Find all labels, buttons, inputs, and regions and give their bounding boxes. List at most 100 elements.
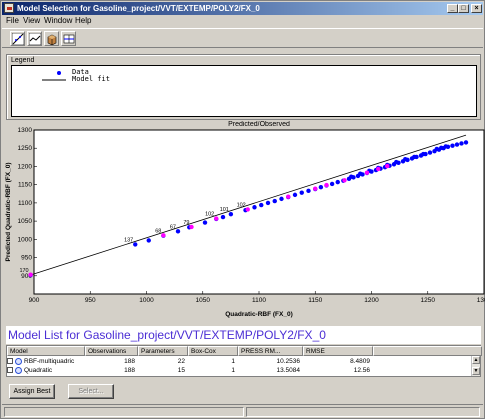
assign-best-button[interactable]: Assign Best	[9, 384, 55, 399]
checkbox-icon[interactable]	[7, 367, 13, 373]
table-scrollbar[interactable]: ▲ ▼	[471, 356, 480, 376]
residuals-view-icon	[29, 33, 41, 45]
highlighted-data-point	[342, 178, 347, 183]
column-header-model[interactable]: Model	[7, 346, 85, 356]
window-title: Model Selection for Gasoline_project/VVT…	[17, 4, 260, 13]
title-bar[interactable]: Model Selection for Gasoline_project/VVT…	[2, 2, 483, 15]
x-tick-label: 1200	[364, 297, 379, 304]
cell-rmse: 12.56	[353, 367, 370, 374]
scroll-up-icon[interactable]: ▲	[472, 356, 480, 364]
predicted-observed-view-button[interactable]	[10, 31, 25, 46]
menu-view[interactable]: View	[23, 16, 40, 26]
chart-title: Predicted/Observed	[228, 121, 290, 128]
legend-title: Legend	[11, 57, 35, 64]
column-header-observations[interactable]: Observations	[85, 346, 138, 356]
data-point	[454, 142, 460, 147]
menu-window[interactable]: Window	[44, 16, 72, 26]
data-point	[279, 196, 284, 202]
data-point	[299, 190, 304, 195]
status-bar	[2, 404, 483, 418]
y-tick-label: 1250	[18, 145, 33, 152]
data-point	[450, 143, 455, 148]
y-tick-label: 1200	[18, 163, 33, 170]
data-point	[259, 202, 264, 208]
matlab-app-icon	[4, 3, 14, 13]
toolbar	[2, 28, 483, 48]
point-label: 101	[220, 207, 229, 213]
residuals-view-button[interactable]	[27, 31, 42, 46]
cube-view-icon	[47, 34, 57, 45]
column-header-empty	[373, 346, 482, 356]
x-tick-label: 1050	[196, 297, 211, 304]
cell-boxcox: 1	[231, 367, 235, 374]
scroll-down-icon[interactable]: ▼	[472, 367, 480, 375]
x-tick-label: 1250	[421, 297, 436, 304]
data-point	[175, 229, 181, 234]
point-label: 67	[170, 224, 176, 230]
cell-model: Quadratic	[7, 366, 85, 375]
cross-section-view-button[interactable]	[61, 31, 76, 46]
x-tick-label: 1000	[139, 297, 154, 304]
highlighted-data-point	[324, 182, 329, 188]
cell-press-rmse: 13.5084	[276, 367, 301, 374]
checkbox-icon[interactable]	[7, 358, 13, 364]
y-tick-label: 1300	[18, 127, 33, 134]
legend-model-fit-line-icon	[42, 79, 66, 81]
column-header-press-rmse[interactable]: PRESS RM...	[238, 346, 303, 356]
point-label: 102	[237, 202, 246, 208]
highlighted-data-point	[385, 163, 390, 169]
highlighted-data-point	[364, 170, 370, 175]
data-point	[349, 174, 354, 179]
x-tick-label: 1150	[308, 297, 322, 304]
cube-view-button[interactable]	[44, 31, 59, 46]
data-point	[133, 242, 138, 247]
data-point	[463, 140, 469, 145]
highlighted-data-point	[161, 233, 166, 238]
predicted-observed-plot: Predicted/Observed 900 950 1000 1050 1100 115…	[1, 121, 485, 321]
cell-observations: 188	[124, 367, 135, 374]
status-cell-right	[246, 407, 480, 417]
column-header-rmse[interactable]: RMSE	[303, 346, 373, 356]
data-point	[202, 220, 208, 225]
data-point	[439, 145, 444, 151]
x-tick-label: 1300	[477, 297, 485, 304]
menu-help[interactable]: Help	[75, 16, 91, 26]
status-cell-left	[4, 407, 244, 417]
cell-rmse: 8.4809	[350, 358, 370, 365]
data-point	[427, 150, 433, 155]
chart-svg: Predicted/Observed 900 950 1000 1050 1100 115…	[5, 121, 485, 318]
minimize-button[interactable]: _	[447, 4, 458, 13]
data-point	[335, 179, 340, 185]
highlighted-data-point	[286, 194, 291, 199]
table-row[interactable]: RBF-multiquadric 188 22 1 10.2536 8.4809	[7, 357, 472, 366]
legend-entry-model-fit: Model fit	[72, 75, 110, 83]
table-row[interactable]: Quadratic 188 15 1 13.5084 12.56	[7, 366, 472, 375]
close-button[interactable]: ×	[471, 4, 482, 13]
point-label: 68	[155, 228, 161, 234]
cross-section-view-icon	[63, 34, 75, 44]
menu-bar: File View Window Help	[2, 15, 483, 27]
cell-model: RBF-multiquadric	[7, 357, 85, 366]
highlighted-data-point	[376, 166, 381, 172]
data-point	[228, 211, 234, 217]
table-header: Model Observations Parameters Box-Cox PR…	[7, 346, 482, 356]
model-selection-window: Model Selection for Gasoline_project/VVT…	[0, 0, 485, 419]
cell-parameters: 15	[177, 367, 185, 374]
menu-file[interactable]: File	[6, 16, 19, 26]
column-header-parameters[interactable]: Parameters	[138, 346, 188, 356]
maximize-button[interactable]: □	[458, 4, 469, 13]
select-button[interactable]: Select...	[68, 384, 114, 399]
data-point	[443, 144, 448, 149]
data-point	[292, 192, 298, 198]
x-tick-label: 950	[85, 297, 96, 304]
x-tick-label: 1100	[252, 297, 266, 304]
cell-press-rmse: 10.2536	[276, 358, 301, 365]
column-header-boxcox[interactable]: Box-Cox	[188, 346, 238, 356]
highlighted-data-point	[214, 216, 219, 221]
point-label: 102	[205, 212, 214, 218]
x-tick-label: 900	[29, 297, 40, 304]
legend-data-marker-icon	[57, 71, 61, 75]
model-list-table: Model Observations Parameters Box-Cox PR…	[6, 345, 482, 377]
data-point	[412, 154, 417, 160]
cell-boxcox: 1	[231, 358, 235, 365]
